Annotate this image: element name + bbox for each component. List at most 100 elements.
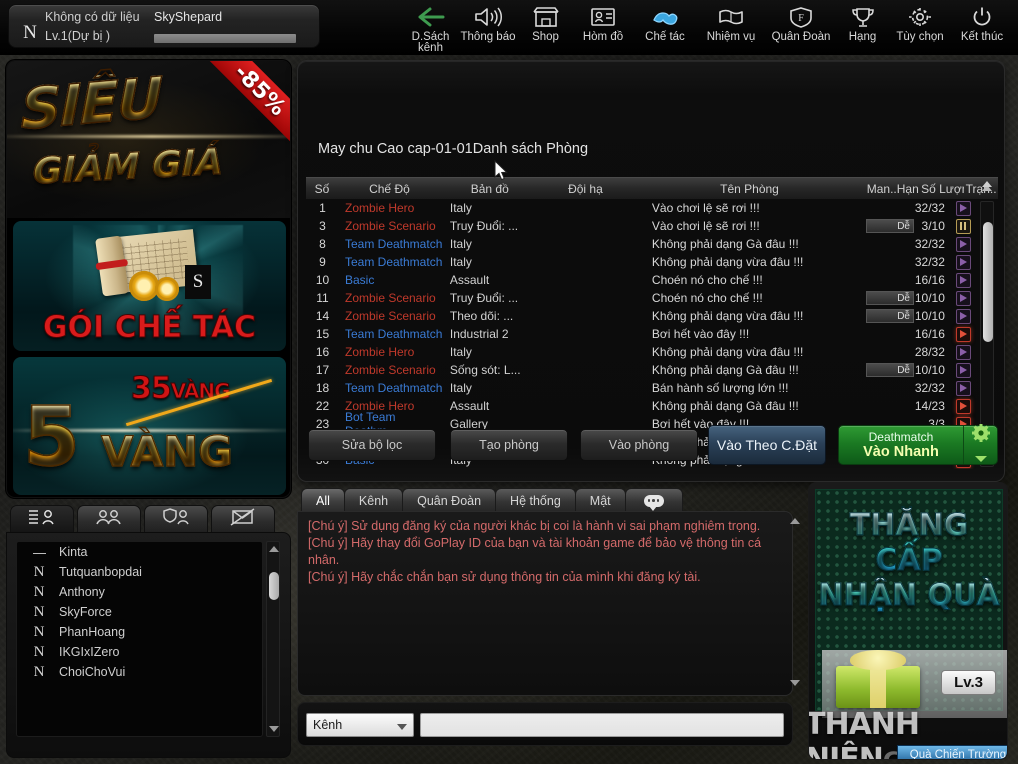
nav-clan[interactable]: F Quân Đoàn: [766, 0, 836, 55]
list-item[interactable]: N SkyForce: [17, 602, 262, 622]
tab-chat-private[interactable]: Mật: [574, 488, 626, 512]
nav-announcement[interactable]: Thông báo: [457, 0, 519, 55]
room-no: 11: [316, 291, 329, 305]
room-name: Không phải dạng Gà đâu !!!: [651, 363, 799, 377]
nav-quest-label: Nhiệm vụ: [706, 31, 756, 43]
table-row[interactable]: 9 Team Deathmatch Italy Không phải dạng vừa…: [306, 253, 978, 271]
room-count: 32/32: [914, 381, 945, 395]
tab-chat-whisper[interactable]: [624, 488, 683, 512]
play-icon: [955, 308, 971, 324]
scrollbar-thumb[interactable]: [983, 222, 993, 342]
list-item[interactable]: N ChoiChoVui: [17, 662, 262, 682]
power-icon: [969, 4, 995, 30]
play-icon: [955, 380, 971, 396]
nav-exit[interactable]: Kết thúc: [951, 0, 1013, 55]
room-status: [949, 344, 978, 360]
tab-chat-clan[interactable]: Quân Đoàn: [402, 488, 497, 512]
column-header-no[interactable]: Số: [306, 182, 338, 196]
room-scroll-up-icon[interactable]: [982, 181, 992, 187]
table-row[interactable]: 8 Team Deathmatch Italy Không phải dạng Gà …: [306, 235, 978, 253]
table-row[interactable]: 18 Team Deathmatch Italy Bán hành số lượng …: [306, 379, 978, 397]
quick-join-button[interactable]: Deathmatch Vào Nhanh: [838, 423, 998, 465]
room-mode: Zombie Hero: [344, 201, 415, 215]
tab-clan-members[interactable]: [144, 505, 208, 533]
difficulty-badge: Dễ: [866, 309, 914, 323]
banner-super-sale[interactable]: SIÊU GIẢM GIÁ -85%: [7, 61, 290, 218]
room-status: [949, 290, 978, 306]
table-row[interactable]: 17 Zombie Scenario Sống sót: L... Không phả…: [306, 361, 978, 379]
join-room-button[interactable]: Vào phòng: [580, 429, 698, 461]
nav-inventory[interactable]: Hòm đồ: [572, 0, 634, 55]
player-profile-card[interactable]: N Không có dữ liệu Lv.1(Dự bị ) SkyShepa…: [8, 4, 320, 48]
list-item[interactable]: N IKGIxIZero: [17, 642, 262, 662]
shop-icon: [532, 4, 559, 30]
play-icon: [955, 326, 971, 342]
nav-channel-list[interactable]: D.Sách kênh: [404, 0, 457, 55]
nav-buttons: D.Sách kênh Thông báo Shop Hòm đồ Chế tá…: [404, 0, 1013, 55]
table-row[interactable]: 10 Basic Assault Choén nó cho chế !!! 16/16: [306, 271, 978, 289]
room-status: [949, 218, 978, 234]
column-header-name[interactable]: Tên Phòng: [632, 182, 866, 196]
column-header-mode[interactable]: Chế Độ: [338, 182, 441, 196]
chat-scroll-up-icon[interactable]: [790, 518, 800, 524]
friends-panel: — Kinta N Tutquanbopdai N Anthony N SkyForce…: [6, 505, 291, 758]
column-header-limit[interactable]: Man..Hạn ..: [867, 182, 921, 196]
table-row[interactable]: 14 Zombie Scenario Theo dõi: ... Không phải…: [306, 307, 978, 325]
table-row[interactable]: 16 Zombie Hero Italy Không phải dạng vừa đâ…: [306, 343, 978, 361]
scrollbar-thumb[interactable]: [269, 572, 279, 600]
column-header-map[interactable]: Bản đồ: [441, 182, 539, 196]
list-item[interactable]: — Kinta: [17, 542, 262, 562]
tab-chat-all[interactable]: All: [301, 488, 345, 512]
scroll-down-icon[interactable]: [269, 726, 279, 732]
room-name: Vào chơi lệ sẽ rơi !!!: [651, 201, 760, 215]
friend-list-scrollbar[interactable]: [266, 541, 280, 737]
friend-name: Tutquanbopdai: [59, 565, 142, 579]
nav-craft[interactable]: Chế tác: [634, 0, 696, 55]
room-no: 10: [315, 273, 330, 287]
quick-join-settings[interactable]: [963, 423, 997, 464]
tab-chat-system[interactable]: Hệ thống: [495, 488, 576, 512]
list-item[interactable]: N PhanHoang: [17, 622, 262, 642]
tab-friend-groups[interactable]: [77, 505, 141, 533]
play-icon: [955, 272, 971, 288]
play-icon: [955, 344, 971, 360]
nav-shop[interactable]: Shop: [519, 0, 572, 55]
chat-scroll-down-icon[interactable]: [790, 680, 800, 686]
play-icon: [955, 362, 971, 378]
list-item[interactable]: N Tutquanbopdai: [17, 562, 262, 582]
room-no: 17: [315, 363, 330, 377]
table-row[interactable]: 15 Team Deathmatch Industrial 2 Bơi hết vào…: [306, 325, 978, 343]
table-row[interactable]: 1 Zombie Hero Italy Vào chơi lệ sẽ rơi !!! 3…: [306, 199, 978, 217]
room-mode: Zombie Scenario: [344, 363, 436, 377]
scroll-up-icon[interactable]: [269, 546, 279, 552]
table-row[interactable]: 3 Zombie Scenario Truy Đuổi: ... Vào chơi l…: [306, 217, 978, 235]
chat-channel-select[interactable]: Kênh: [306, 713, 414, 737]
tab-friend-list[interactable]: [10, 505, 74, 533]
level-up-promo-panel[interactable]: THĂNG CẤP NHẬN QUÀ Lv.3 THANH NIÊNGAME Q…: [808, 482, 1008, 760]
column-header-team[interactable]: Đội hạ: [539, 182, 633, 196]
chat-bubble-icon: [643, 494, 664, 511]
table-row[interactable]: 11 Zombie Scenario Truy Đuổi: ... Choén nó …: [306, 289, 978, 307]
chat-input[interactable]: [420, 713, 784, 737]
room-mode: Zombie Hero: [344, 345, 415, 359]
room-no: 22: [315, 399, 330, 413]
clan-icon: F: [788, 4, 814, 30]
nav-quest[interactable]: Nhiệm vụ: [696, 0, 766, 55]
friend-list[interactable]: — Kinta N Tutquanbopdai N Anthony N SkyForce…: [16, 541, 263, 737]
tab-chat-channel[interactable]: Kênh: [343, 488, 404, 512]
list-item[interactable]: N Anthony: [17, 582, 262, 602]
tab-messages[interactable]: [211, 505, 275, 533]
banner-gold-deal[interactable]: 35VÀNG 5 VÀNG: [13, 357, 286, 495]
room-list-panel: May chu Cao cap-01-01Danh sách Phòng Số …: [297, 60, 1005, 482]
chat-messages[interactable]: [Chú ý] Sử dụng đăng ký của người khác b…: [297, 511, 793, 696]
nav-options[interactable]: Tùy chọn: [889, 0, 951, 55]
nav-rank[interactable]: Hạng: [836, 0, 889, 55]
game-client-window: STRIKE ONLINE N Không có dữ liệu Lv.1(Dự…: [0, 0, 1018, 764]
friends-body: — Kinta N Tutquanbopdai N Anthony N SkyForce…: [6, 532, 291, 758]
banner-craft-pack[interactable]: S GÓI CHẾ TÁC: [13, 221, 286, 351]
create-room-button[interactable]: Tạo phòng: [450, 429, 568, 461]
column-header-count[interactable]: Số Lượng: [921, 182, 964, 196]
join-by-setting-button[interactable]: Vào Theo C.Đặt: [708, 425, 826, 465]
edit-filter-button[interactable]: Sửa bộ lọc: [308, 429, 436, 461]
room-map: Sống sót: L...: [449, 363, 521, 377]
